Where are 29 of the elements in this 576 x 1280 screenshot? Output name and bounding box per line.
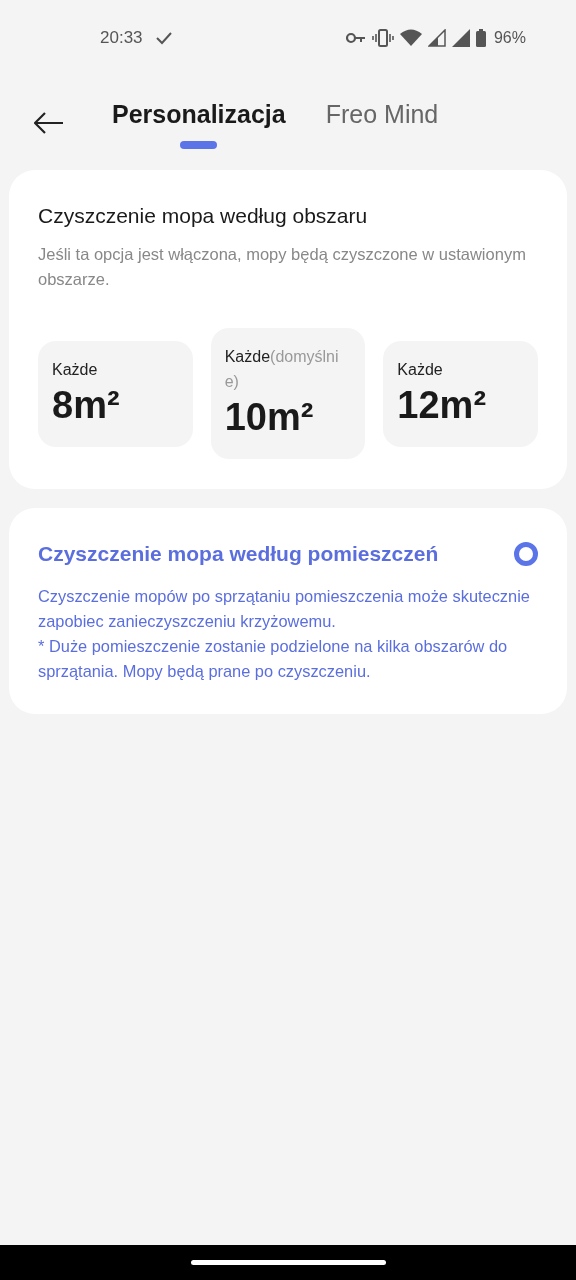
- vibrate-icon: [371, 28, 394, 47]
- card-description: Jeśli ta opcja jest włączona, mopy będą czyszczone w ustawionym obszarze.: [38, 244, 527, 290]
- card-title: Czyszczenie mopa według pomieszczeń: [38, 542, 439, 566]
- wifi-icon: [399, 28, 422, 47]
- option-value: 10m²: [224, 396, 315, 439]
- option-label: Każde: [397, 359, 444, 380]
- setting-card[interactable]: Czyszczenie mopa według obszaru Jeśli ta opcja jest włączona, mopy będą czyszczone w ustawionym obszarze. Każde 8m² Każde(domyślnie) 10m² Każde 12m²: [9, 170, 567, 489]
- option-value: 12m²: [397, 383, 488, 427]
- back-arrow-icon[interactable]: [34, 112, 64, 134]
- card-description: Czyszczenie mopów po sprzątaniu pomieszczenia może skutecznie zapobiec zanieczyszczeniu krzyżowemu. * Duże pomieszczenie zostanie podzielone na kilka obszarów do sprzątania. Mopy będą prane po czyszczeniu.: [38, 586, 531, 682]
- battery-icon: [475, 28, 486, 47]
- area-option[interactable]: Każde 12m²: [383, 340, 538, 447]
- battery-percent: 96%: [493, 28, 526, 47]
- status-time: 20:33: [100, 27, 143, 48]
- tab[interactable]: Personalizacja: [112, 97, 286, 131]
- setting-card[interactable]: [9, 508, 567, 714]
- check-icon: [154, 30, 173, 45]
- area-option[interactable]: Każde(domyślnie) 10m²: [210, 328, 366, 459]
- option-label: Każde: [52, 359, 99, 380]
- radio-button[interactable]: [514, 542, 538, 566]
- card-title: Czyszczenie mopa według obszaru: [38, 204, 368, 228]
- signal-icon: [451, 28, 470, 47]
- tab-indicator: [180, 141, 218, 149]
- signal-icon: [427, 28, 446, 47]
- option-label: Każde(domyślnie): [224, 347, 340, 392]
- key-icon: [345, 31, 366, 44]
- option-value: 8m²: [52, 383, 121, 427]
- tab[interactable]: Freo Mind: [325, 97, 439, 131]
- area-option[interactable]: Każde 8m²: [38, 340, 193, 447]
